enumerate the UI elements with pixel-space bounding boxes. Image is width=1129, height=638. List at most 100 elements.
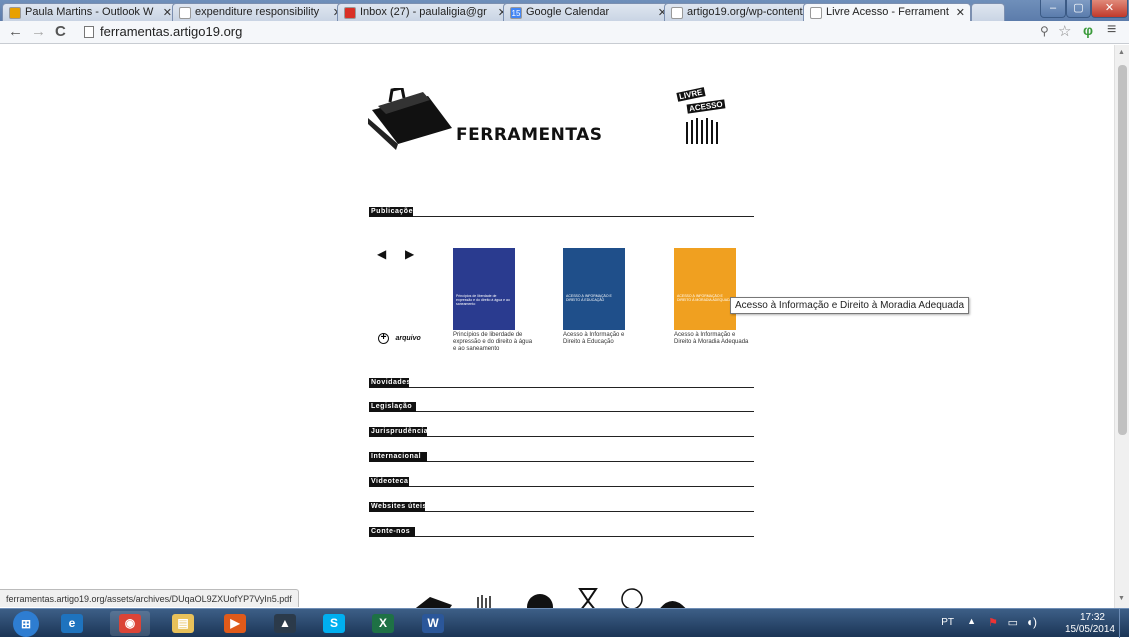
tray-expand-icon[interactable]: ▲ xyxy=(967,616,976,626)
taskbar-media[interactable]: ▶ xyxy=(215,611,255,636)
start-button-icon: ⊞ xyxy=(13,611,39,637)
taskbar-explorer[interactable]: ▤ xyxy=(163,611,203,636)
scrollbar-thumb[interactable] xyxy=(1118,65,1127,435)
network-icon[interactable]: ▭ xyxy=(1008,616,1018,629)
browser-tab-0[interactable]: Paula Martins - Outlook W ✕ xyxy=(2,3,178,21)
book-caption-0[interactable]: Princípios de liberdade de expressão e d… xyxy=(453,332,533,353)
maximize-button[interactable]: ▢ xyxy=(1066,0,1091,18)
tooltip: Acesso à Informação e Direito à Moradia … xyxy=(730,297,970,314)
site-title: FERRAMENTAS xyxy=(456,125,603,145)
url-text: ferramentas.artigo19.org xyxy=(100,24,243,39)
forward-arrow-icon[interactable]: → xyxy=(31,23,46,40)
tab-close-icon[interactable]: ✕ xyxy=(163,6,172,19)
book-caption-1[interactable]: Acesso à Informação e Direito à Educação xyxy=(563,332,643,346)
footer-icons xyxy=(410,583,710,608)
section-rule xyxy=(427,461,754,462)
browser-tab-2[interactable]: Inbox (27) - paulaligia@gr✕ xyxy=(337,3,513,21)
taskbar-word[interactable]: W xyxy=(413,611,453,636)
taskbar-skype[interactable]: S xyxy=(314,611,354,636)
back-arrow-icon[interactable]: ← xyxy=(8,23,23,40)
tab-strip: Paula Martins - Outlook W ✕ expenditure re… xyxy=(0,0,1129,22)
section-7[interactable]: Conte-nos xyxy=(369,527,754,539)
section-1[interactable]: Novidades xyxy=(369,378,754,390)
tab-close-icon[interactable]: ✕ xyxy=(956,6,965,19)
book-cover-text: Princípios de liberdade de expressão e d… xyxy=(456,294,510,306)
taskbar-app6[interactable]: ▲ xyxy=(265,611,305,636)
section-rule xyxy=(416,411,754,412)
reload-icon[interactable]: C xyxy=(55,23,66,40)
toolbox-logo xyxy=(368,86,458,158)
status-bar: ferramentas.artigo19.org/assets/archives… xyxy=(0,589,299,607)
extension-icon[interactable]: φ xyxy=(1083,22,1093,38)
book-cover-2[interactable]: ACESSO À INFORMAÇÃO E DIREITO À MORADIA … xyxy=(674,248,736,330)
section-label: Internacional xyxy=(369,452,427,462)
bookmark-star-icon[interactable]: ☆ xyxy=(1058,22,1071,40)
browser-tab-5[interactable]: Livre Acesso - Ferrament ✕ xyxy=(803,3,971,22)
section-label: Jurisprudência xyxy=(369,427,427,437)
volume-icon[interactable]: ◖) xyxy=(1026,615,1037,629)
tab-label: Inbox (27) - paulaligia@gr xyxy=(360,6,487,18)
chrome-icon: ◉ xyxy=(119,614,141,633)
media-icon: ▶ xyxy=(224,614,246,633)
taskbar-start-button[interactable]: ⊞ xyxy=(6,611,46,637)
carousel-prev-arrow[interactable]: ◀ xyxy=(377,247,386,261)
book-cover-0[interactable]: Princípios de liberdade de expressão e d… xyxy=(453,248,515,330)
minimize-button[interactable]: – xyxy=(1040,0,1066,18)
carousel-next-arrow[interactable]: ▶ xyxy=(405,247,414,261)
browser-tab-1[interactable]: expenditure responsibility✕ xyxy=(172,3,348,21)
section-5[interactable]: Videoteca xyxy=(369,477,754,489)
section-0[interactable]: Publicações xyxy=(369,207,754,219)
section-rule xyxy=(415,536,754,537)
section-4[interactable]: Internacional xyxy=(369,452,754,464)
tab-label: Livre Acesso - Ferrament xyxy=(826,6,949,18)
section-rule xyxy=(427,436,754,437)
action-center-icon[interactable]: ⚑ xyxy=(988,616,998,629)
tab-label: expenditure responsibility xyxy=(195,6,320,18)
section-rule xyxy=(409,387,754,388)
menu-icon[interactable]: ≡ xyxy=(1107,21,1116,39)
scroll-down-arrow[interactable]: ▼ xyxy=(1118,595,1125,602)
section-label: Websites úteis xyxy=(369,502,425,512)
section-6[interactable]: Websites úteis xyxy=(369,502,754,514)
word-icon: W xyxy=(422,614,444,633)
taskbar-chrome[interactable]: ◉ xyxy=(110,611,150,636)
tab-label: Google Calendar xyxy=(526,6,610,18)
browser-toolbar: ← → C ferramentas.artigo19.org ⚲ ☆ φ ≡ xyxy=(0,21,1129,44)
vertical-scrollbar[interactable]: ▲ ▼ xyxy=(1114,45,1129,608)
taskbar-excel[interactable]: X xyxy=(363,611,403,636)
address-bar[interactable]: ferramentas.artigo19.org xyxy=(84,23,984,41)
clock-time[interactable]: 17:32 xyxy=(1080,612,1105,623)
page-icon xyxy=(84,26,94,38)
zoom-icon[interactable]: ⚲ xyxy=(1040,24,1049,38)
archive-link[interactable]: + arquivo xyxy=(378,327,421,345)
footer-speech-icon xyxy=(621,588,643,608)
new-tab-button[interactable] xyxy=(971,3,1005,21)
show-desktop-button[interactable] xyxy=(1119,609,1129,638)
logo-bottom-text: ACESSO xyxy=(686,99,726,114)
scroll-up-arrow[interactable]: ▲ xyxy=(1118,49,1125,56)
language-indicator[interactable]: PT xyxy=(941,617,954,628)
explorer-icon: ▤ xyxy=(172,614,194,633)
livre-acesso-logo: LIVRE ACESSO xyxy=(676,87,726,150)
section-label: Publicações xyxy=(369,207,413,217)
tab-favicon-icon: 15 xyxy=(510,7,522,19)
taskbar: ⊞ e ◉ ▤ ▶ ▲ S X W PT ▲ ⚑ ▭ ◖) 17:32 15/05/2014 xyxy=(0,608,1129,638)
taskbar-ie[interactable]: e xyxy=(52,611,92,636)
tab-favicon-icon xyxy=(671,7,683,19)
book-cover-text: ACESSO À INFORMAÇÃO E DIREITO À EDUCAÇÃO xyxy=(566,294,612,302)
book-caption-2[interactable]: Acesso à Informação e Direito à Moradia … xyxy=(674,332,754,346)
section-rule xyxy=(425,511,754,512)
browser-tab-3[interactable]: 15 Google Calendar ✕ xyxy=(503,3,673,21)
section-rule xyxy=(409,486,754,487)
ie-icon: e xyxy=(61,614,83,633)
tab-label: artigo19.org/wp-content/ xyxy=(687,6,806,18)
section-2[interactable]: Legislação xyxy=(369,402,754,414)
close-window-button[interactable]: ✕ xyxy=(1091,0,1128,18)
footer-hands-icon xyxy=(477,595,491,608)
book-cover-1[interactable]: ACESSO À INFORMAÇÃO E DIREITO À EDUCAÇÃO xyxy=(563,248,625,330)
tab-favicon-icon xyxy=(179,7,191,19)
footer-globe-icon xyxy=(527,594,553,608)
section-3[interactable]: Jurisprudência xyxy=(369,427,754,439)
clock-date[interactable]: 15/05/2014 xyxy=(1065,624,1115,635)
tab-favicon-icon xyxy=(344,7,356,19)
